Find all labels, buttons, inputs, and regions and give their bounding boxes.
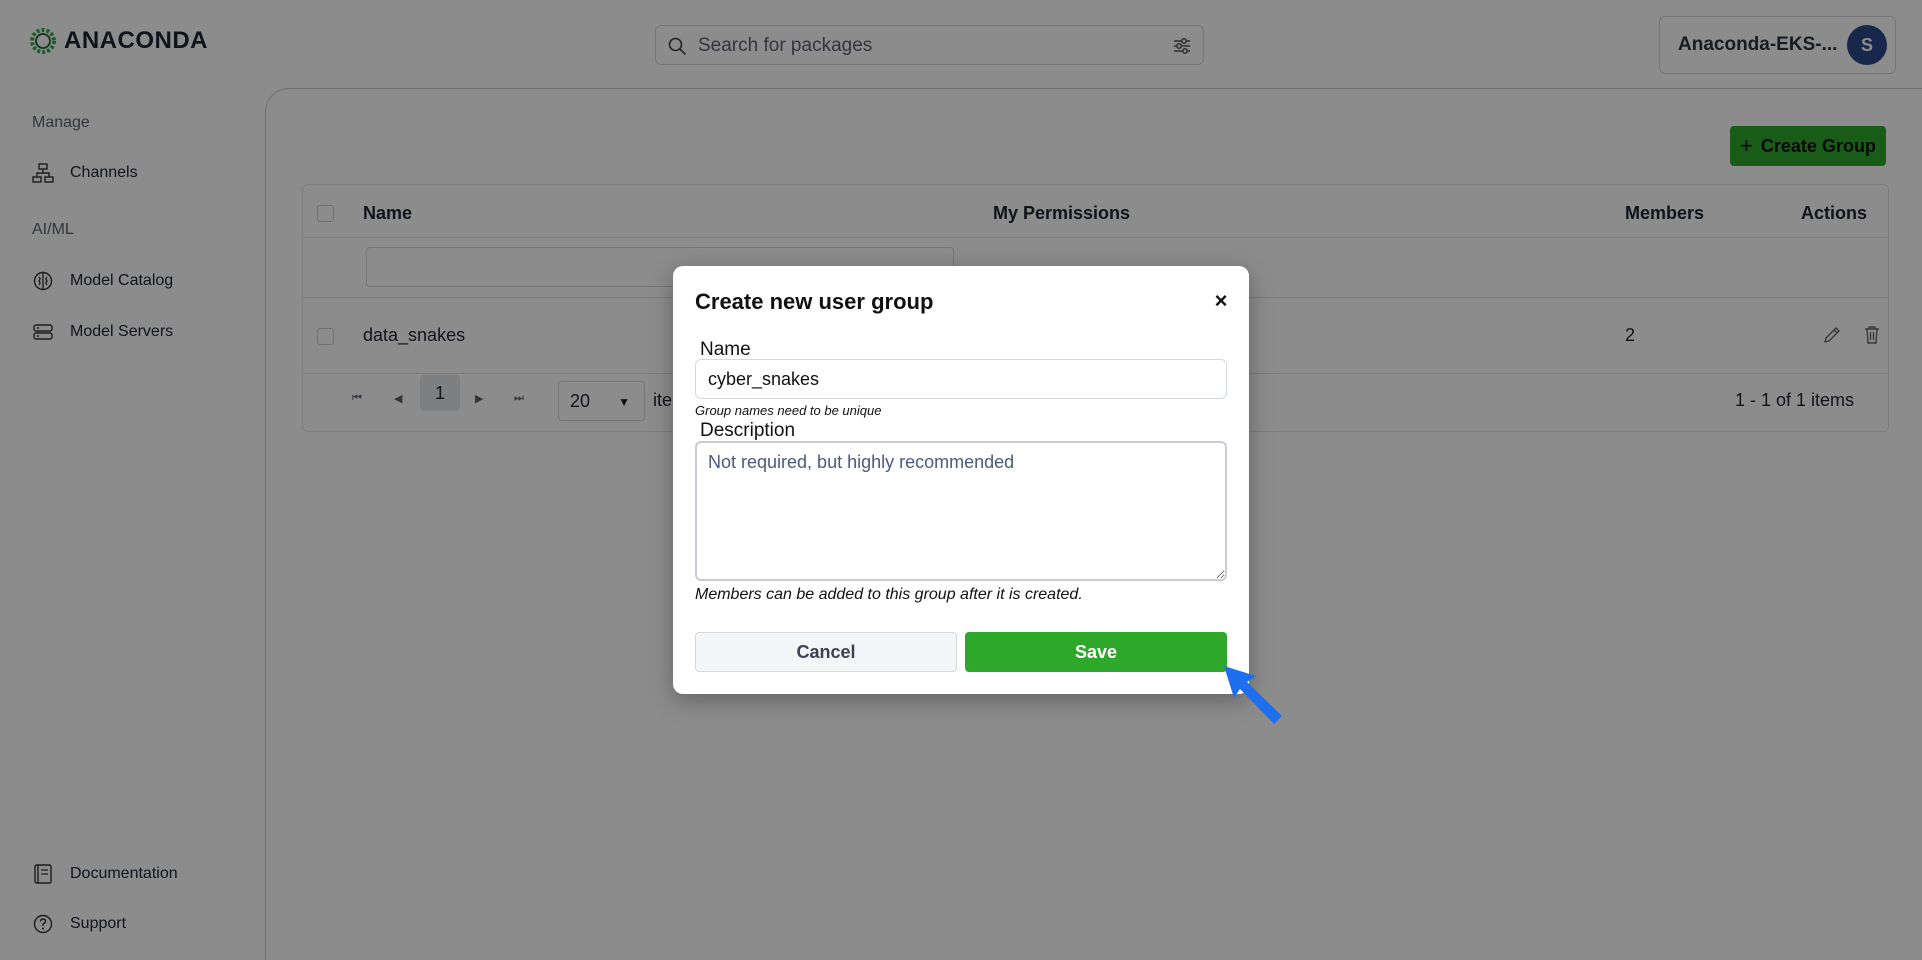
close-icon[interactable]: × xyxy=(1210,290,1232,312)
name-hint-text: Group names need to be unique xyxy=(695,403,882,418)
name-field-label: Name xyxy=(700,339,751,360)
description-textarea[interactable] xyxy=(695,441,1227,581)
cancel-button[interactable]: Cancel xyxy=(695,632,957,672)
members-note-text: Members can be added to this group after… xyxy=(695,586,1083,603)
description-field-label: Description xyxy=(700,420,796,441)
pointer-arrow-icon xyxy=(1224,666,1282,724)
dialog-title: Create new user group xyxy=(695,289,934,314)
group-name-input[interactable] xyxy=(695,359,1227,399)
create-group-dialog: Create new user group × Name Group names… xyxy=(673,266,1249,694)
save-button[interactable]: Save xyxy=(965,632,1227,672)
